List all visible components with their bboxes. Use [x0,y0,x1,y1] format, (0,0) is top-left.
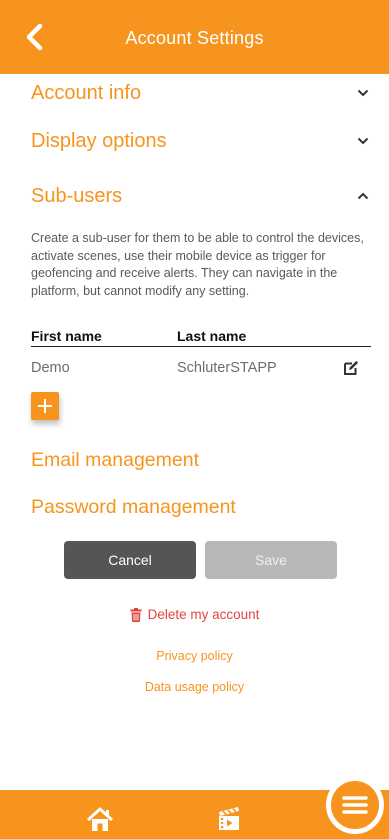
chevron-down-icon[interactable] [355,133,371,149]
last-name-cell: SchluterSTAPP [177,360,277,376]
table-header: First name Last name [31,322,371,347]
clapperboard-icon[interactable] [217,805,241,831]
hamburger-menu-icon[interactable] [326,776,384,834]
delete-account-link[interactable]: Delete my account [0,607,389,622]
page-title: Account Settings [125,27,264,48]
section-display-options-label: Display options [31,129,167,152]
trash-icon [130,607,142,622]
section-sub-users-label: Sub-users [31,184,123,207]
section-account-info[interactable]: Account info [31,77,373,109]
sub-users-table: First name Last name Demo SchluterSTAPP [31,322,371,389]
cancel-button[interactable]: Cancel [64,541,196,579]
sub-users-description: Create a sub-user for them to be able to… [31,231,364,298]
back-arrow-icon[interactable] [22,23,46,51]
section-display-options[interactable]: Display options [31,125,373,157]
chevron-down-icon[interactable] [355,85,371,101]
column-last-name: Last name [177,328,247,344]
delete-account-label: Delete my account [147,607,260,622]
account-settings-screen: Account Settings Account info Display op… [0,0,389,839]
chevron-up-icon[interactable] [355,188,371,204]
data-usage-policy-link[interactable]: Data usage policy [0,680,389,694]
plus-icon [37,398,53,414]
add-sub-user-button[interactable] [31,392,59,420]
table-row: Demo SchluterSTAPP [31,347,371,389]
section-sub-users[interactable]: Sub-users [31,180,373,212]
password-management[interactable]: Password management [31,496,236,519]
column-first-name: First name [31,328,102,344]
header-bar: Account Settings [0,0,389,74]
section-account-info-label: Account info [31,81,142,104]
first-name-cell: Demo [31,360,70,376]
home-icon[interactable] [86,807,114,833]
edit-icon[interactable] [342,359,360,377]
email-management[interactable]: Email management [31,449,199,472]
privacy-policy-link[interactable]: Privacy policy [0,649,389,663]
save-button[interactable]: Save [205,541,337,579]
